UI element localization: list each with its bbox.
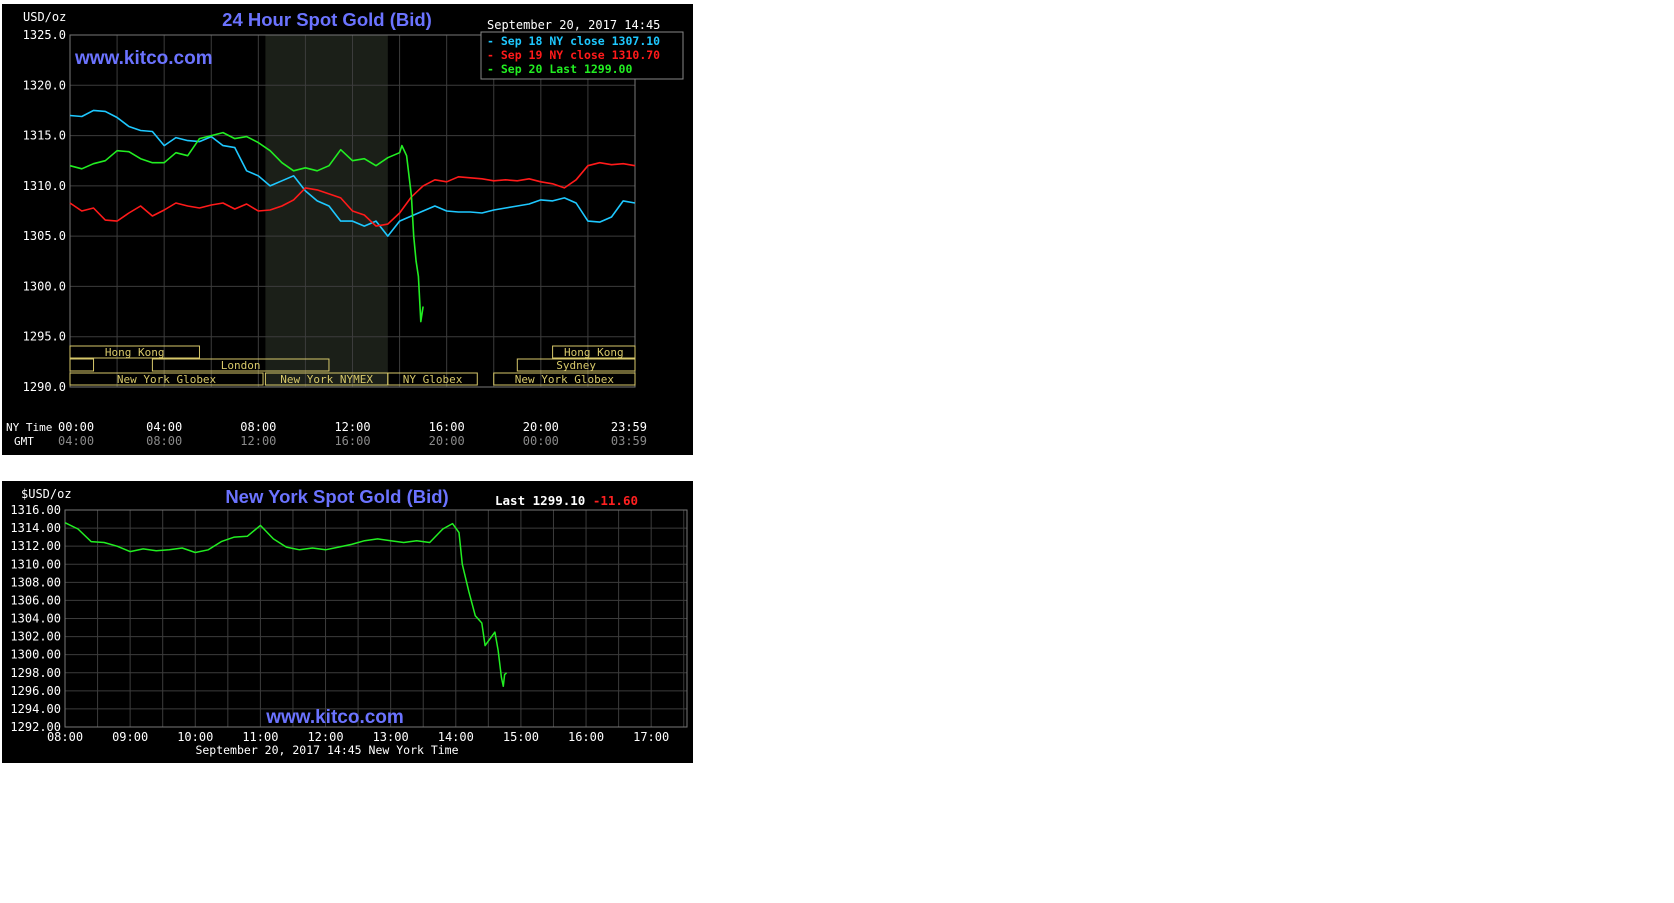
session-label-london: London <box>221 359 261 372</box>
website-watermark: www.kitco.com <box>74 48 213 69</box>
x-tick-label-ny: 16:00 <box>429 420 465 434</box>
x-tick-label: 08:00 <box>47 730 83 744</box>
x-tick-label-ny: 20:00 <box>523 420 559 434</box>
x-tick-label-ny: 04:00 <box>146 420 182 434</box>
session-label-new-york-nymex: New York NYMEX <box>280 373 373 386</box>
x-tick-label-ny: 23:59 <box>611 420 647 434</box>
x-tick-label-ny: 12:00 <box>334 420 370 434</box>
last-price-readout: Last 1299.10 -11.60 <box>495 493 638 508</box>
session-label-ny-globex: NY Globex <box>403 373 463 386</box>
x-tick-label-ny: 08:00 <box>240 420 276 434</box>
x-tick-label-gmt: 12:00 <box>240 434 276 448</box>
y-tick-label: 1310.0 <box>23 179 66 193</box>
y-tick-label: 1306.00 <box>10 593 61 607</box>
y-tick-label: 1295.0 <box>23 330 66 344</box>
session-label-hong-kong: Hong Kong <box>564 346 624 359</box>
x-tick-label: 16:00 <box>568 730 604 744</box>
spot-gold-24h-chart: Hong Kong London New York Globex New York N… <box>2 4 693 455</box>
x-tick-label: 09:00 <box>112 730 148 744</box>
website-watermark: www.kitco.com <box>265 707 404 728</box>
session-label-new-york-globex: New York Globex <box>515 373 615 386</box>
x-tick-label: 11:00 <box>242 730 278 744</box>
chart-title: New York Spot Gold (Bid) <box>225 486 448 507</box>
y-axis-label: $USD/oz <box>21 487 72 501</box>
x-tick-label-gmt: 08:00 <box>146 434 182 448</box>
legend: - Sep 18 NY close 1307.10 - Sep 19 NY cl… <box>480 31 684 80</box>
x-tick-label: 17:00 <box>633 730 669 744</box>
x-tick-label-ny: 00:00 <box>58 420 94 434</box>
x-tick-label-gmt: 20:00 <box>429 434 465 448</box>
y-tick-label: 1304.00 <box>10 612 61 626</box>
session-label-new-york-globex: New York Globex <box>117 373 217 386</box>
chart-timestamp: September 20, 2017 14:45 <box>487 18 660 32</box>
y-tick-label: 1310.00 <box>10 557 61 571</box>
x-tick-label-gmt: 03:59 <box>611 434 647 448</box>
x-axis-label-ny-time: NY Time <box>6 421 52 434</box>
legend-sep20: - Sep 20 Last 1299.00 <box>487 62 632 76</box>
x-tick-label: 13:00 <box>373 730 409 744</box>
legend-sep18: - Sep 18 NY close 1307.10 <box>487 34 660 48</box>
y-tick-label: 1294.00 <box>10 702 61 716</box>
session-label-sydney: Sydney <box>556 359 596 372</box>
legend-sep19: - Sep 19 NY close 1310.70 <box>487 48 660 62</box>
y-tick-label: 1305.0 <box>23 229 66 243</box>
y-tick-label: 1298.00 <box>10 666 61 680</box>
y-tick-label: 1314.00 <box>10 521 61 535</box>
y-tick-label: 1300.00 <box>10 648 61 662</box>
x-tick-label: 12:00 <box>307 730 343 744</box>
chart-footer-timestamp: September 20, 2017 14:45 New York Time <box>195 743 458 757</box>
ny-spot-gold-chart: 1316.00 1314.00 1312.00 1310.00 1308.00 1306.… <box>2 481 693 763</box>
x-tick-label: 14:00 <box>438 730 474 744</box>
x-tick-label: 10:00 <box>177 730 213 744</box>
y-tick-label: 1296.00 <box>10 684 61 698</box>
y-axis-label: USD/oz <box>23 10 66 24</box>
x-tick-label-gmt: 16:00 <box>334 434 370 448</box>
y-tick-label: 1302.00 <box>10 630 61 644</box>
last-label: Last 1299.10 -11.60 <box>495 493 638 508</box>
x-tick-label-gmt: 04:00 <box>58 434 94 448</box>
x-axis-label-gmt: GMT <box>14 435 34 448</box>
price-change: -11.60 <box>593 493 638 508</box>
y-tick-label: 1320.0 <box>23 78 66 92</box>
chart-title: 24 Hour Spot Gold (Bid) <box>222 9 432 30</box>
y-tick-label: 1325.0 <box>23 28 66 42</box>
nymex-session-shade <box>265 35 388 387</box>
y-tick-label: 1312.00 <box>10 539 61 553</box>
y-tick-label: 1290.0 <box>23 380 66 394</box>
y-tick-label: 1316.00 <box>10 503 61 517</box>
ny-spot-gold-svg: 1316.00 1314.00 1312.00 1310.00 1308.00 1306.… <box>2 481 693 763</box>
spot-gold-24h-svg: Hong Kong London New York Globex New York N… <box>2 4 693 455</box>
y-tick-label: 1300.0 <box>23 279 66 293</box>
y-tick-label: 1308.00 <box>10 575 61 589</box>
x-tick-label: 15:00 <box>503 730 539 744</box>
x-tick-label-gmt: 00:00 <box>523 434 559 448</box>
session-label-hong-kong: Hong Kong <box>105 346 165 359</box>
y-tick-label: 1315.0 <box>23 129 66 143</box>
